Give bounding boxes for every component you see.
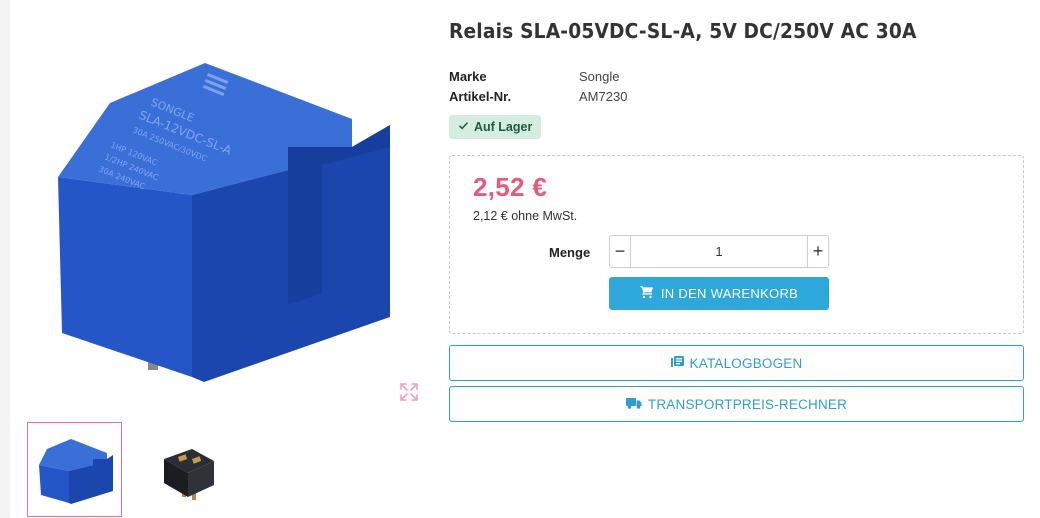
catalog-icon [670, 355, 684, 371]
product-title: Relais SLA-05VDC-SL-A, 5V DC/250V AC 30A [449, 19, 917, 43]
price: 2,52 € [473, 172, 548, 202]
quantity-increase-button[interactable]: + [807, 236, 828, 267]
quantity-input[interactable] [631, 236, 807, 267]
spec-row-brand: Marke Songle [449, 69, 619, 84]
stock-badge: Auf Lager [449, 115, 542, 139]
expand-icon[interactable] [398, 381, 420, 403]
spec-label: Marke [449, 69, 487, 84]
check-icon [458, 120, 469, 134]
thumbnail-2[interactable] [140, 422, 235, 517]
quantity-decrease-button[interactable]: − [610, 236, 631, 267]
cart-icon [640, 285, 654, 302]
spec-value: AM7230 [579, 89, 628, 104]
quantity-stepper: − + [609, 235, 829, 268]
truck-icon [625, 397, 642, 412]
transport-price-calculator-button[interactable]: TRANSPORTPREIS-RECHNER [449, 386, 1024, 422]
add-to-cart-label: IN DEN WARENKORB [660, 286, 799, 301]
stock-text: Auf Lager [474, 120, 533, 134]
buy-box: 2,52 € 2,12 € ohne MwSt. Menge − + IN DE… [449, 155, 1024, 334]
net-price: 2,12 € ohne MwSt. [473, 209, 578, 223]
add-to-cart-button[interactable]: IN DEN WARENKORB [609, 277, 829, 310]
thumbnail-1[interactable] [27, 422, 122, 517]
spec-value: Songle [579, 69, 620, 84]
quantity-label: Menge [549, 245, 591, 260]
catalog-sheet-button[interactable]: KATALOGBOGEN [449, 345, 1024, 381]
transport-label: TRANSPORTPREIS-RECHNER [647, 396, 848, 412]
spec-label: Artikel-Nr. [449, 89, 512, 104]
catalog-label: KATALOGBOGEN [689, 355, 803, 371]
spec-row-article-number: Artikel-Nr. AM7230 [449, 89, 627, 104]
product-main-image[interactable]: SONGLE SLA-12VDC-SL-A 30A 250VAC/30VDC 1… [40, 55, 410, 395]
